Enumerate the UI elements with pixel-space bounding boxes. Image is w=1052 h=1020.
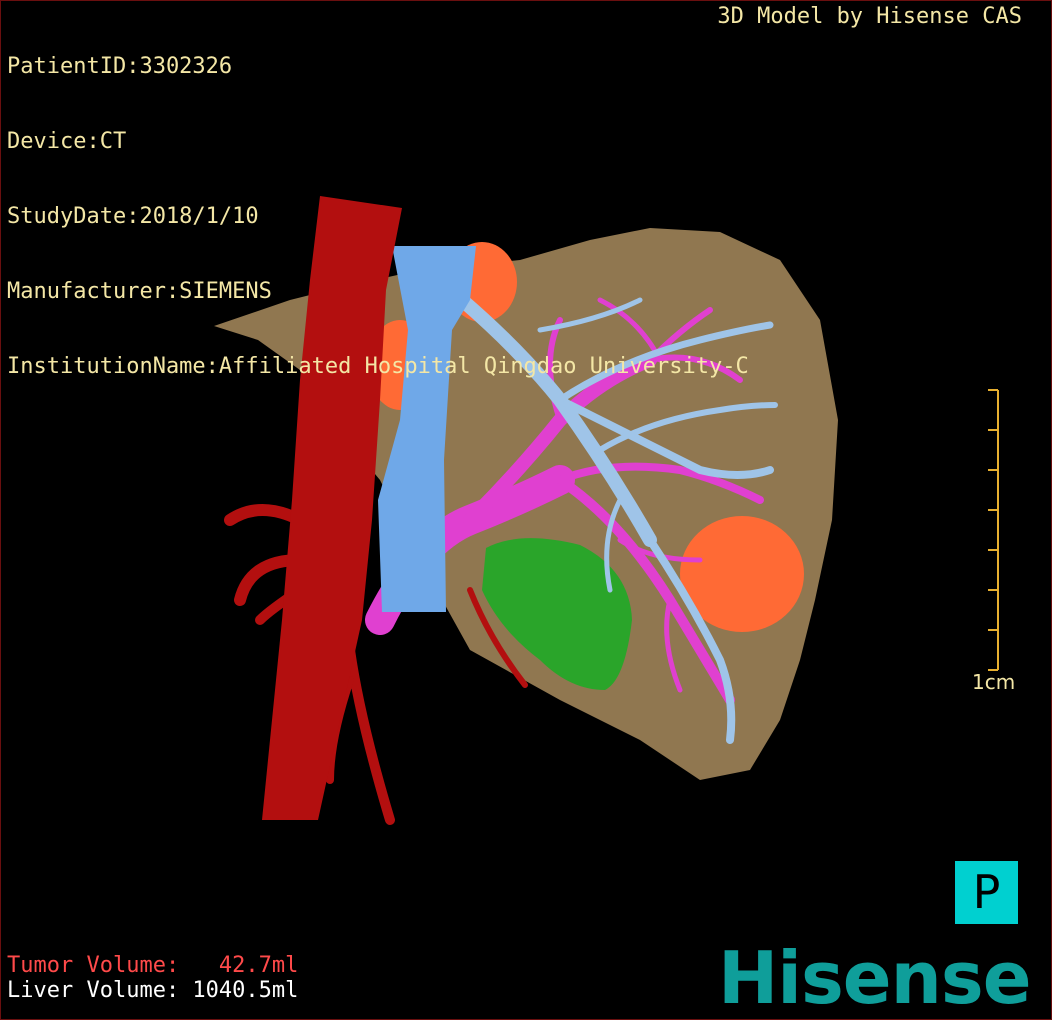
hisense-logo: Hisense (718, 936, 1032, 1020)
liver-volume: Liver Volume: 1040.5ml (7, 978, 299, 1003)
study-info: PatientID:3302326 Device:CT StudyDate:20… (7, 4, 749, 404)
device: Device:CT (7, 129, 127, 154)
tumor-volume: Tumor Volume: 42.7ml (7, 953, 299, 978)
institution-name: InstitutionName:Affiliated Hospital Qing… (7, 354, 749, 379)
model-credit: 3D Model by Hisense CAS (717, 4, 1022, 29)
patient-id: PatientID:3302326 (7, 54, 233, 79)
scale-bar-label: 1cm (972, 670, 1016, 694)
manufacturer: Manufacturer:SIEMENS (7, 279, 272, 304)
scale-bar (988, 389, 999, 671)
study-date: StudyDate:2018/1/10 (7, 204, 259, 229)
orientation-badge[interactable]: P (955, 861, 1018, 924)
